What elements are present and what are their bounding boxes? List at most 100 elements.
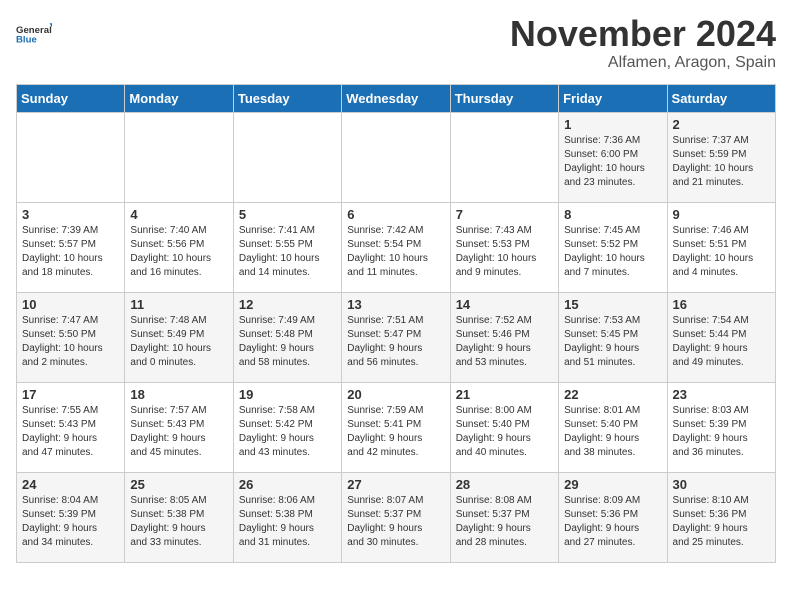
calendar-cell: 14Sunrise: 7:52 AM Sunset: 5:46 PM Dayli…: [450, 293, 558, 383]
day-info: Sunrise: 7:47 AM Sunset: 5:50 PM Dayligh…: [22, 314, 119, 370]
day-number: 11: [130, 297, 227, 312]
day-info: Sunrise: 8:07 AM Sunset: 5:37 PM Dayligh…: [347, 494, 444, 550]
title-area: November 2024 Alfamen, Aragon, Spain: [510, 16, 776, 72]
day-info: Sunrise: 7:37 AM Sunset: 5:59 PM Dayligh…: [673, 134, 770, 190]
calendar-cell: 7 Sunrise: 7:43 AM Sunset: 5:53 PM Daylig…: [450, 203, 558, 293]
calendar-cell: [17, 113, 125, 203]
day-info: Sunrise: 7:51 AM Sunset: 5:47 PM Dayligh…: [347, 314, 444, 370]
day-info: Sunrise: 7:52 AM Sunset: 5:46 PM Dayligh…: [456, 314, 553, 370]
day-info: Sunrise: 7:54 AM Sunset: 5:44 PM Dayligh…: [673, 314, 770, 370]
weekday-header: Tuesday: [233, 85, 341, 113]
weekday-header: Thursday: [450, 85, 558, 113]
calendar-cell: 13 Sunrise: 7:51 AM Sunset: 5:47 PM Dayli…: [342, 293, 450, 383]
day-info: Sunrise: 8:09 AM Sunset: 5:36 PM Dayligh…: [564, 494, 661, 550]
day-info: Sunrise: 7:39 AM Sunset: 5:57 PM Dayligh…: [22, 224, 119, 280]
calendar-week-row: 1 Sunrise: 7:36 AM Sunset: 6:00 PM Daylig…: [17, 113, 776, 203]
day-info: Sunrise: 7:46 AM Sunset: 5:51 PM Dayligh…: [673, 224, 770, 280]
day-info: Sunrise: 7:55 AM Sunset: 5:43 PM Dayligh…: [22, 404, 119, 460]
day-info: Sunrise: 7:53 AM Sunset: 5:45 PM Dayligh…: [564, 314, 661, 370]
month-title: November 2024: [510, 16, 776, 52]
calendar-cell: 22 Sunrise: 8:01 AM Sunset: 5:40 PM Dayli…: [559, 383, 667, 473]
day-info: Sunrise: 7:57 AM Sunset: 5:43 PM Dayligh…: [130, 404, 227, 460]
calendar-cell: 9 Sunrise: 7:46 AM Sunset: 5:51 PM Daylig…: [667, 203, 775, 293]
calendar-cell: 4Sunrise: 7:40 AM Sunset: 5:56 PM Daylig…: [125, 203, 233, 293]
calendar-cell: [450, 113, 558, 203]
day-info: Sunrise: 8:01 AM Sunset: 5:40 PM Dayligh…: [564, 404, 661, 460]
day-info: Sunrise: 8:08 AM Sunset: 5:37 PM Dayligh…: [456, 494, 553, 550]
day-info: Sunrise: 8:00 AM Sunset: 5:40 PM Dayligh…: [456, 404, 553, 460]
calendar-cell: 6Sunrise: 7:42 AM Sunset: 5:54 PM Daylig…: [342, 203, 450, 293]
calendar-cell: [342, 113, 450, 203]
day-number: 22: [564, 387, 661, 402]
calendar-week-row: 17 Sunrise: 7:55 AM Sunset: 5:43 PM Dayli…: [17, 383, 776, 473]
weekday-header: Friday: [559, 85, 667, 113]
day-number: 15: [564, 297, 661, 312]
calendar-cell: 25 Sunrise: 8:05 AM Sunset: 5:38 PM Dayli…: [125, 473, 233, 563]
calendar-table: SundayMondayTuesdayWednesdayThursdayFrid…: [16, 84, 776, 563]
calendar-cell: 18Sunrise: 7:57 AM Sunset: 5:43 PM Dayli…: [125, 383, 233, 473]
calendar-cell: 8 Sunrise: 7:45 AM Sunset: 5:52 PM Daylig…: [559, 203, 667, 293]
day-info: Sunrise: 8:04 AM Sunset: 5:39 PM Dayligh…: [22, 494, 119, 550]
day-number: 20: [347, 387, 444, 402]
calendar-cell: 10 Sunrise: 7:47 AM Sunset: 5:50 PM Dayli…: [17, 293, 125, 383]
calendar-cell: 23 Sunrise: 8:03 AM Sunset: 5:39 PM Dayli…: [667, 383, 775, 473]
day-info: Sunrise: 7:36 AM Sunset: 6:00 PM Dayligh…: [564, 134, 661, 190]
day-info: Sunrise: 7:45 AM Sunset: 5:52 PM Dayligh…: [564, 224, 661, 280]
day-number: 3: [22, 207, 119, 222]
day-number: 6: [347, 207, 444, 222]
calendar-cell: 2 Sunrise: 7:37 AM Sunset: 5:59 PM Daylig…: [667, 113, 775, 203]
calendar-week-row: 10 Sunrise: 7:47 AM Sunset: 5:50 PM Dayli…: [17, 293, 776, 383]
day-number: 26: [239, 477, 336, 492]
day-info: Sunrise: 8:03 AM Sunset: 5:39 PM Dayligh…: [673, 404, 770, 460]
calendar-cell: 16 Sunrise: 7:54 AM Sunset: 5:44 PM Dayli…: [667, 293, 775, 383]
calendar-week-row: 24 Sunrise: 8:04 AM Sunset: 5:39 PM Dayli…: [17, 473, 776, 563]
svg-text:Blue: Blue: [16, 34, 37, 45]
day-number: 12: [239, 297, 336, 312]
calendar-cell: 17 Sunrise: 7:55 AM Sunset: 5:43 PM Dayli…: [17, 383, 125, 473]
calendar-cell: 26 Sunrise: 8:06 AM Sunset: 5:38 PM Dayli…: [233, 473, 341, 563]
day-number: 8: [564, 207, 661, 222]
day-number: 10: [22, 297, 119, 312]
day-number: 7: [456, 207, 553, 222]
page-header: General Blue November 2024 Alfamen, Arag…: [16, 16, 776, 72]
logo-svg: General Blue: [16, 16, 52, 52]
calendar-week-row: 3 Sunrise: 7:39 AM Sunset: 5:57 PM Daylig…: [17, 203, 776, 293]
calendar-cell: 12 Sunrise: 7:49 AM Sunset: 5:48 PM Dayli…: [233, 293, 341, 383]
day-number: 16: [673, 297, 770, 312]
day-number: 4: [130, 207, 227, 222]
day-number: 29: [564, 477, 661, 492]
calendar-cell: 29 Sunrise: 8:09 AM Sunset: 5:36 PM Dayli…: [559, 473, 667, 563]
day-number: 28: [456, 477, 553, 492]
day-number: 17: [22, 387, 119, 402]
day-number: 24: [22, 477, 119, 492]
logo: General Blue: [16, 16, 52, 52]
day-info: Sunrise: 8:06 AM Sunset: 5:38 PM Dayligh…: [239, 494, 336, 550]
calendar-cell: 1 Sunrise: 7:36 AM Sunset: 6:00 PM Daylig…: [559, 113, 667, 203]
calendar-cell: 30 Sunrise: 8:10 AM Sunset: 5:36 PM Dayli…: [667, 473, 775, 563]
day-info: Sunrise: 8:10 AM Sunset: 5:36 PM Dayligh…: [673, 494, 770, 550]
day-number: 2: [673, 117, 770, 132]
day-number: 30: [673, 477, 770, 492]
day-info: Sunrise: 7:49 AM Sunset: 5:48 PM Dayligh…: [239, 314, 336, 370]
day-number: 27: [347, 477, 444, 492]
weekday-header: Wednesday: [342, 85, 450, 113]
weekday-header: Saturday: [667, 85, 775, 113]
calendar-cell: 11Sunrise: 7:48 AM Sunset: 5:49 PM Dayli…: [125, 293, 233, 383]
weekday-header-row: SundayMondayTuesdayWednesdayThursdayFrid…: [17, 85, 776, 113]
day-number: 1: [564, 117, 661, 132]
day-info: Sunrise: 7:43 AM Sunset: 5:53 PM Dayligh…: [456, 224, 553, 280]
day-number: 25: [130, 477, 227, 492]
calendar-cell: 21 Sunrise: 8:00 AM Sunset: 5:40 PM Dayli…: [450, 383, 558, 473]
day-info: Sunrise: 8:05 AM Sunset: 5:38 PM Dayligh…: [130, 494, 227, 550]
day-number: 21: [456, 387, 553, 402]
day-number: 13: [347, 297, 444, 312]
calendar-cell: 28 Sunrise: 8:08 AM Sunset: 5:37 PM Dayli…: [450, 473, 558, 563]
day-number: 19: [239, 387, 336, 402]
day-number: 23: [673, 387, 770, 402]
calendar-cell: 24 Sunrise: 8:04 AM Sunset: 5:39 PM Dayli…: [17, 473, 125, 563]
calendar-cell: 15 Sunrise: 7:53 AM Sunset: 5:45 PM Dayli…: [559, 293, 667, 383]
day-info: Sunrise: 7:58 AM Sunset: 5:42 PM Dayligh…: [239, 404, 336, 460]
location: Alfamen, Aragon, Spain: [510, 54, 776, 72]
day-number: 9: [673, 207, 770, 222]
calendar-cell: 3 Sunrise: 7:39 AM Sunset: 5:57 PM Daylig…: [17, 203, 125, 293]
